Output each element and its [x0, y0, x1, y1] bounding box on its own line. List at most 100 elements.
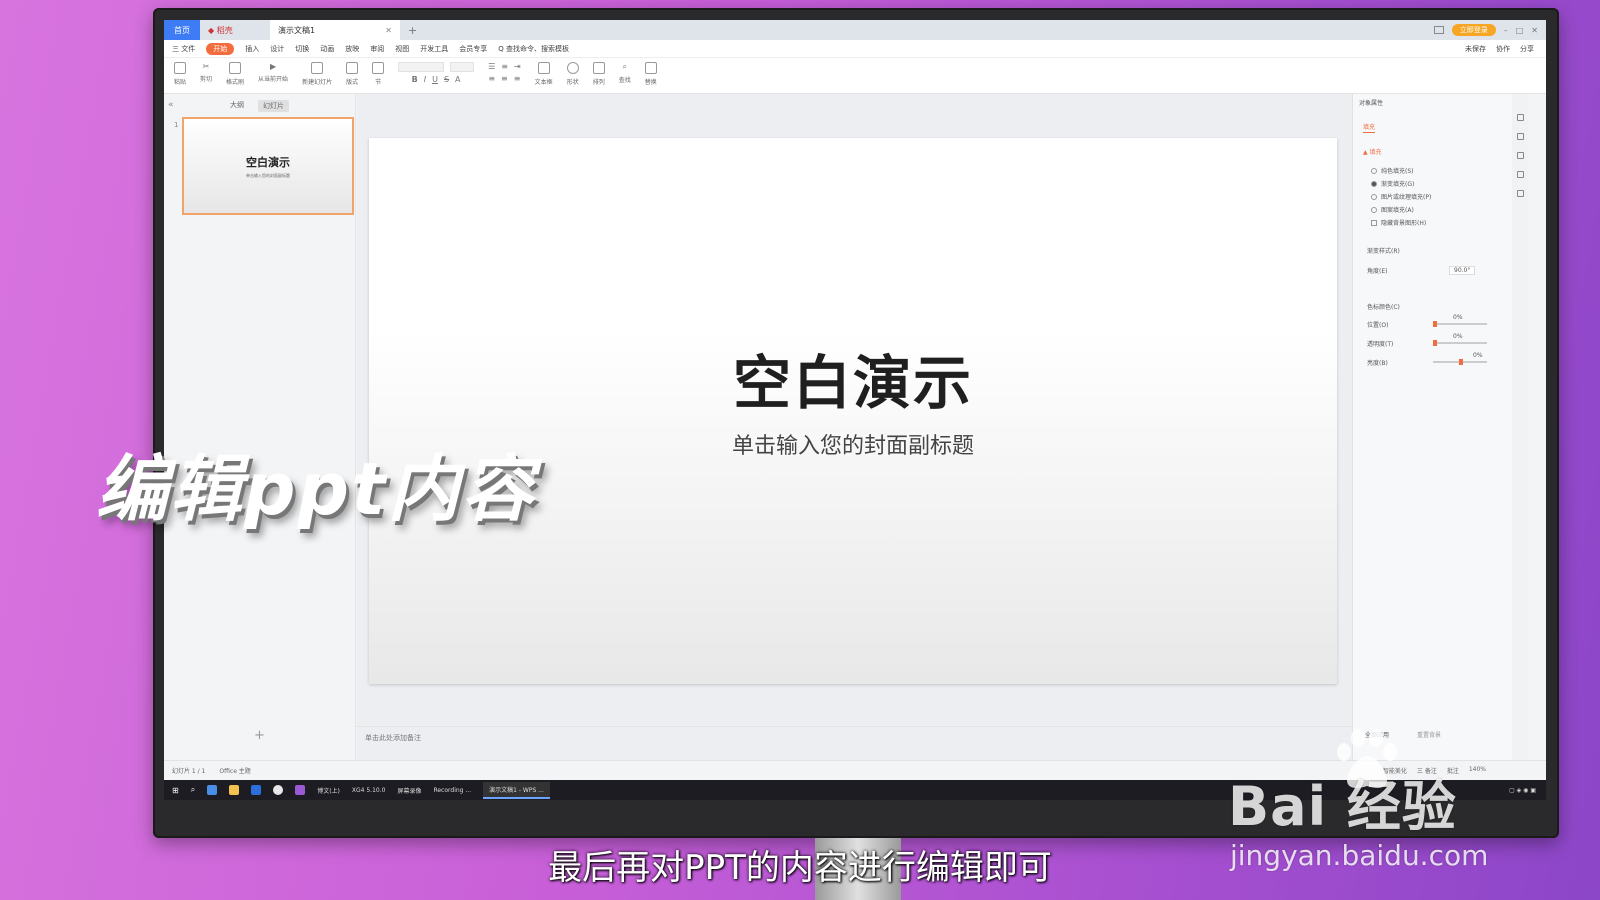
- taskbar-app-3[interactable]: 屏幕录像: [397, 786, 421, 795]
- menu-developer[interactable]: 开发工具: [420, 44, 448, 54]
- taskbar-app-wps[interactable]: 演示文稿1 - WPS ...: [483, 781, 550, 799]
- photoshop-icon[interactable]: [251, 785, 262, 795]
- share-button[interactable]: 分享: [1520, 44, 1534, 54]
- close-window-icon[interactable]: ✕: [1531, 26, 1538, 35]
- slider-handle[interactable]: [1433, 340, 1437, 346]
- new-slide-button[interactable]: 新建幻灯片: [302, 62, 332, 86]
- brightness-value: 0%: [1473, 352, 1483, 359]
- menu-slideshow[interactable]: 放映: [345, 44, 359, 54]
- align-right-icon[interactable]: ≡: [514, 74, 521, 83]
- align-center-icon[interactable]: ≡: [501, 74, 508, 83]
- menu-animation[interactable]: 动画: [320, 44, 334, 54]
- section-button[interactable]: 节: [372, 62, 385, 86]
- new-slide-icon: [311, 62, 324, 74]
- angle-label: 角度(E): [1367, 268, 1388, 275]
- fill-section-header[interactable]: ▲ 填充: [1363, 147, 1382, 156]
- layout-icon[interactable]: [1433, 26, 1444, 34]
- cut-button[interactable]: ✂ 剪切: [200, 62, 212, 83]
- panel-tabs: 大纲 幻灯片: [164, 94, 355, 112]
- brightness-slider[interactable]: [1433, 359, 1487, 365]
- style-icon[interactable]: [1516, 133, 1524, 140]
- option-picture-fill[interactable]: 图片或纹理填充(P): [1371, 192, 1431, 201]
- tab-outline[interactable]: 大纲: [230, 100, 244, 112]
- find-button[interactable]: ⌕ 查找: [619, 62, 631, 84]
- taskbar-app-2[interactable]: XG4 5.10.0: [352, 787, 386, 794]
- play-from-current-button[interactable]: ▶ 从当前开始: [258, 62, 288, 83]
- slider-handle[interactable]: [1459, 359, 1463, 365]
- tab-fill[interactable]: 填充: [1363, 122, 1376, 133]
- maximize-icon[interactable]: □: [1516, 26, 1524, 35]
- add-slide-icon[interactable]: +: [254, 728, 265, 743]
- menu-design[interactable]: 设计: [270, 44, 284, 54]
- font-color-icon[interactable]: A: [455, 75, 460, 84]
- minimize-icon[interactable]: –: [1504, 26, 1508, 35]
- command-search[interactable]: Q 查找命令、搜索模板: [498, 44, 569, 54]
- login-button[interactable]: 立即登录: [1451, 24, 1496, 36]
- slide-canvas[interactable]: 空白演示 单击输入您的封面副标题: [369, 138, 1337, 684]
- taskbar-app-4[interactable]: Recording ...: [433, 787, 471, 794]
- browser-icon[interactable]: [273, 785, 284, 795]
- font-size-select[interactable]: [450, 62, 475, 72]
- textbox-icon: [537, 62, 550, 74]
- option-gradient-fill[interactable]: 渐变填充(G): [1371, 179, 1414, 188]
- collaborate-button[interactable]: 协作: [1496, 44, 1510, 54]
- slide-title[interactable]: 空白演示: [369, 336, 1337, 420]
- windows-start-icon[interactable]: ⊞: [172, 786, 179, 795]
- tab-document[interactable]: 演示文稿1 ✕: [270, 20, 400, 40]
- transparency-slider[interactable]: [1433, 340, 1487, 346]
- numbering-icon[interactable]: ≡: [501, 62, 508, 71]
- textbox-button[interactable]: 文本框: [535, 62, 553, 86]
- radio-selected-icon: [1371, 180, 1377, 187]
- checkbox-icon: [1371, 219, 1377, 226]
- collapse-panel-icon[interactable]: «: [168, 100, 174, 110]
- thumbnail-title: 空白演示: [246, 155, 290, 169]
- shape-button[interactable]: 形状: [566, 62, 579, 86]
- gradient-style-label: 渐变样式(R): [1367, 248, 1400, 255]
- search-icon[interactable]: ⌕: [191, 785, 195, 795]
- option-pattern-fill[interactable]: 图案填充(A): [1371, 205, 1414, 214]
- option-hide-background[interactable]: 隐藏背景图形(H): [1371, 218, 1426, 227]
- reset-background-button[interactable]: 重置背景: [1417, 730, 1441, 739]
- menu-home[interactable]: 开始: [206, 42, 235, 55]
- format-painter-button[interactable]: 格式刷: [226, 62, 244, 86]
- premiere-icon[interactable]: [295, 785, 306, 795]
- tab-home[interactable]: 首页: [164, 20, 200, 40]
- replace-button[interactable]: 替换: [644, 62, 657, 86]
- settings-icon[interactable]: [1516, 190, 1524, 197]
- menu-file[interactable]: 三 文件: [172, 44, 195, 54]
- tab-slides[interactable]: 幻灯片: [258, 100, 289, 112]
- file-explorer-icon[interactable]: [229, 785, 240, 795]
- angle-input[interactable]: 90.0°: [1449, 266, 1476, 275]
- layout-button[interactable]: 版式: [346, 62, 358, 86]
- align-left-icon[interactable]: ≡: [488, 74, 495, 83]
- properties-icon[interactable]: [1516, 114, 1524, 121]
- animation-icon[interactable]: [1516, 152, 1524, 159]
- slider-handle[interactable]: [1433, 321, 1437, 327]
- strikethrough-icon[interactable]: S: [444, 75, 449, 84]
- font-name-select[interactable]: [398, 62, 445, 72]
- arrange-button[interactable]: 排列: [592, 62, 605, 86]
- tab-docer[interactable]: ◆ 稻壳: [200, 20, 270, 40]
- taskbar-app-1[interactable]: 博文(上): [317, 786, 340, 795]
- bullets-icon[interactable]: ☰: [488, 62, 495, 71]
- menu-view[interactable]: 视图: [395, 44, 409, 54]
- position-label: 位置(O): [1367, 322, 1389, 329]
- menu-transition[interactable]: 切换: [295, 44, 309, 54]
- close-tab-icon[interactable]: ✕: [385, 26, 392, 35]
- position-slider[interactable]: [1433, 321, 1487, 327]
- history-icon[interactable]: [1516, 171, 1524, 178]
- new-tab-icon[interactable]: +: [400, 24, 425, 37]
- indent-icon[interactable]: ⇥: [514, 62, 521, 71]
- unsaved-status[interactable]: 未保存: [1465, 44, 1486, 54]
- bold-icon[interactable]: B: [412, 75, 418, 84]
- menu-review[interactable]: 审阅: [370, 44, 384, 54]
- menu-insert[interactable]: 插入: [245, 44, 259, 54]
- paste-button[interactable]: 粘贴: [174, 62, 186, 86]
- option-solid-fill[interactable]: 纯色填充(S): [1371, 166, 1414, 175]
- italic-icon[interactable]: I: [424, 75, 426, 84]
- slide-thumbnail[interactable]: 空白演示 单击输入您的封面副标题: [182, 117, 354, 215]
- underline-icon[interactable]: U: [432, 75, 438, 84]
- menu-member[interactable]: 会员专享: [459, 44, 487, 54]
- edge-icon[interactable]: [207, 785, 218, 795]
- notes-area[interactable]: 单击此处添加备注: [357, 726, 1352, 760]
